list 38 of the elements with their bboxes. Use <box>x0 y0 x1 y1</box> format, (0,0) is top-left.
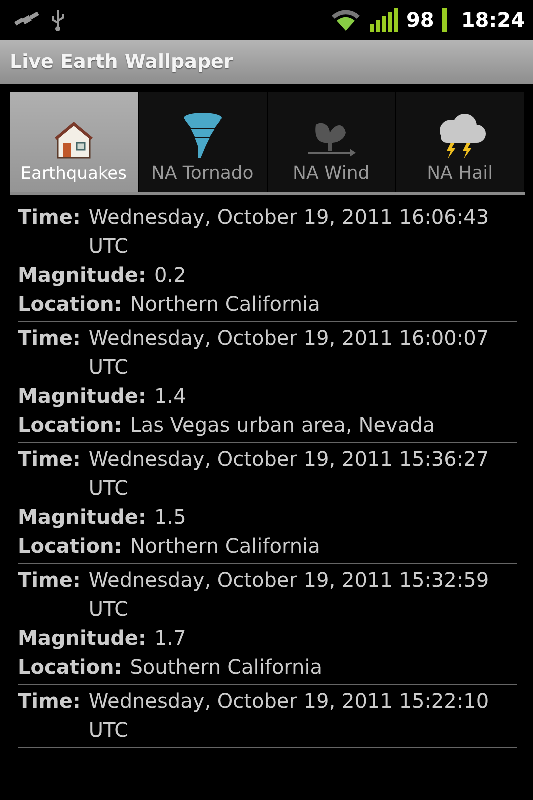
tornado-icon <box>182 113 223 159</box>
field-value: Las Vegas urban area, Nevada <box>130 412 436 439</box>
clock: 18:24 <box>461 8 525 32</box>
field-label: Magnitude: <box>18 383 146 410</box>
battery-percentage: 98 <box>406 8 434 32</box>
field-value: Wednesday, October 19, 2011 15:32:59 UTC <box>88 567 490 623</box>
field-label: Magnitude: <box>18 262 146 289</box>
field-label: Time: <box>18 325 81 352</box>
field-label: Magnitude: <box>18 504 146 531</box>
tab[interactable]: NA Wind <box>268 92 396 192</box>
tab[interactable]: NA Tornado <box>138 92 268 192</box>
field-value: Northern California <box>130 291 320 318</box>
field-value: Wednesday, October 19, 2011 16:06:43 UTC <box>88 204 490 260</box>
field-value: Southern California <box>130 654 323 681</box>
field-label: Time: <box>18 446 81 473</box>
field-label: Magnitude: <box>18 625 146 652</box>
field-label: Location: <box>18 654 122 681</box>
field-value: 0.2 <box>154 262 186 289</box>
field-value: Northern California <box>130 533 320 560</box>
field-value: Wednesday, October 19, 2011 15:36:27 UTC <box>88 446 490 502</box>
field-label: Time: <box>18 204 81 231</box>
field-value: 1.5 <box>154 504 186 531</box>
field-label: Time: <box>18 567 81 594</box>
signal-icon <box>370 8 398 32</box>
field-value: Wednesday, October 19, 2011 15:22:10 UTC <box>88 688 490 744</box>
field-label: Location: <box>18 291 122 318</box>
wifi-icon <box>330 8 362 32</box>
field-label: Location: <box>18 412 122 439</box>
field-label: Location: <box>18 533 122 560</box>
field-value: 1.7 <box>154 625 186 652</box>
field-label: Time: <box>18 688 81 715</box>
battery-icon <box>442 8 448 32</box>
field-value: 1.4 <box>154 383 186 410</box>
app-title: Live Earth Wallpaper <box>10 51 234 73</box>
tab[interactable]: NA Hail <box>396 92 525 192</box>
house-icon <box>54 120 94 160</box>
usb-icon <box>50 8 66 32</box>
field-value: Wednesday, October 19, 2011 16:00:07 UTC <box>88 325 490 381</box>
